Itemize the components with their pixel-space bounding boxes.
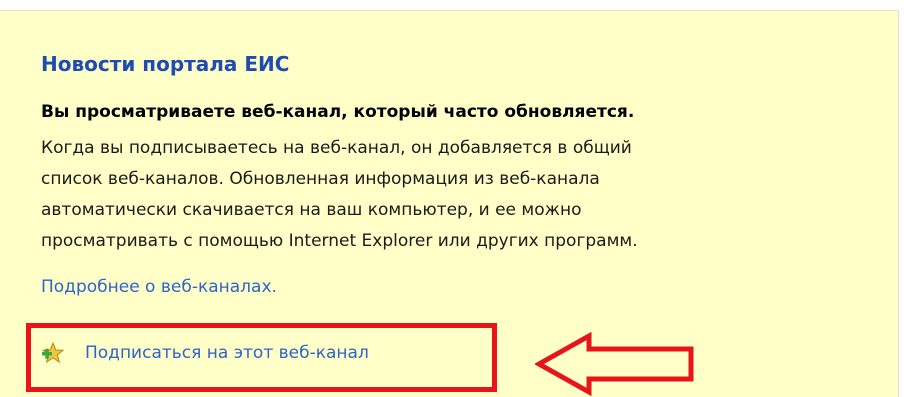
feed-title: Новости портала ЕИС bbox=[41, 52, 290, 76]
annotation-arrow-icon bbox=[535, 332, 694, 396]
description-line: Когда вы подписываетесь на веб-канал, он… bbox=[41, 138, 632, 158]
more-about-feeds-link[interactable]: Подробнее о веб-каналах. bbox=[41, 277, 277, 297]
feed-notice: Вы просматриваете веб-канал, который час… bbox=[41, 102, 635, 122]
description-line: автоматически скачивается на ваш компьют… bbox=[41, 200, 582, 220]
annotation-highlight-box bbox=[26, 323, 497, 392]
description-line: просматривать с помощью Internet Explore… bbox=[41, 231, 638, 251]
feed-description: Когда вы подписываетесь на веб-канал, он… bbox=[41, 133, 638, 257]
description-line: список веб-каналов. Обновленная информац… bbox=[41, 169, 600, 189]
